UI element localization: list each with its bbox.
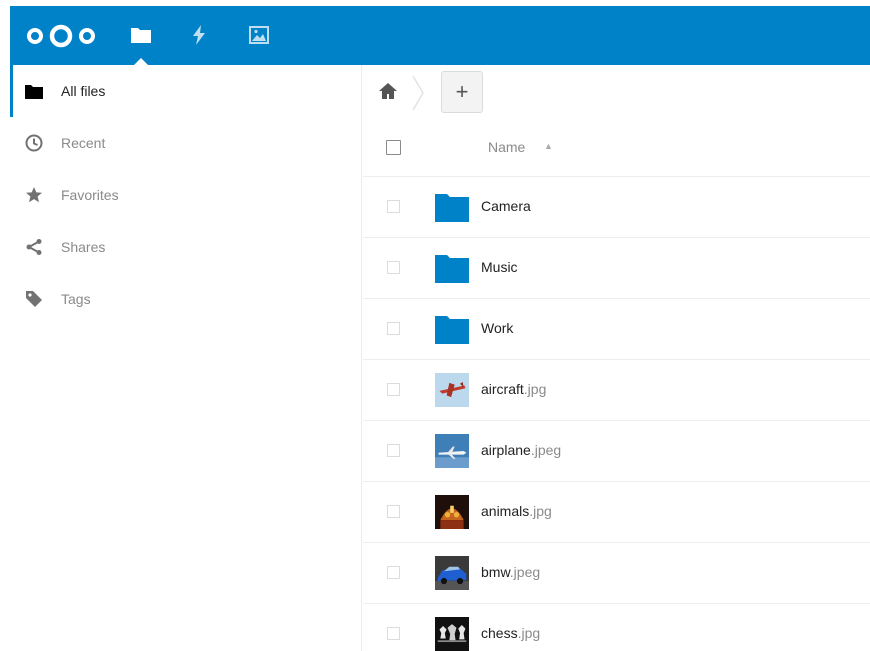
sidebar-item-all-files[interactable]: All files bbox=[10, 65, 362, 117]
row-checkbox[interactable] bbox=[387, 322, 400, 335]
file-name[interactable]: airplane.jpeg bbox=[481, 442, 561, 458]
row-checkbox[interactable] bbox=[387, 505, 400, 518]
activity-app-icon[interactable] bbox=[186, 22, 212, 48]
row-checkbox[interactable] bbox=[387, 261, 400, 274]
file-row[interactable]: Camera bbox=[363, 177, 870, 238]
top-header bbox=[10, 6, 870, 65]
row-checkbox[interactable] bbox=[387, 383, 400, 396]
row-checkbox[interactable] bbox=[387, 566, 400, 579]
files-app-icon[interactable] bbox=[128, 22, 154, 48]
chess-thumbnail bbox=[435, 615, 469, 651]
aircraft-thumbnail bbox=[435, 371, 469, 409]
name-column-header[interactable]: Name bbox=[488, 139, 525, 155]
folder-icon bbox=[24, 81, 44, 101]
sidebar-item-favorites[interactable]: Favorites bbox=[10, 169, 362, 221]
breadcrumb-controls: + bbox=[363, 65, 870, 121]
sidebar-item-label: Favorites bbox=[61, 187, 119, 203]
sidebar-item-shares[interactable]: Shares bbox=[10, 221, 362, 273]
row-checkbox[interactable] bbox=[387, 627, 400, 640]
sidebar-item-label: Tags bbox=[61, 291, 91, 307]
clock-icon bbox=[24, 133, 44, 153]
sidebar-item-label: All files bbox=[61, 83, 106, 99]
row-checkbox[interactable] bbox=[387, 200, 400, 213]
bmw-thumbnail bbox=[435, 554, 469, 592]
files-content: + Name ▲ Camera Music Work aircraft.jpg … bbox=[363, 65, 870, 651]
folder-icon bbox=[435, 310, 469, 348]
file-row[interactable]: aircraft.jpg bbox=[363, 360, 870, 421]
home-icon[interactable] bbox=[378, 82, 400, 102]
sidebar-item-tags[interactable]: Tags bbox=[10, 273, 362, 325]
file-name[interactable]: Music bbox=[481, 259, 518, 275]
file-list: Camera Music Work aircraft.jpg airplane.… bbox=[363, 177, 870, 651]
sort-ascending-icon: ▲ bbox=[544, 141, 553, 151]
sidebar-navigation: All files Recent Favorites Shares Tags bbox=[10, 65, 362, 651]
gallery-app-icon[interactable] bbox=[246, 22, 272, 48]
row-checkbox[interactable] bbox=[387, 444, 400, 457]
nextcloud-logo-icon[interactable] bbox=[24, 24, 98, 48]
tag-icon bbox=[24, 289, 44, 309]
new-file-button[interactable]: + bbox=[441, 71, 483, 113]
star-icon bbox=[24, 185, 44, 205]
file-name[interactable]: Work bbox=[481, 320, 513, 336]
animals-thumbnail bbox=[435, 493, 469, 531]
folder-icon bbox=[435, 188, 469, 226]
file-name[interactable]: aircraft.jpg bbox=[481, 381, 546, 397]
file-row[interactable]: airplane.jpeg bbox=[363, 421, 870, 482]
share-icon bbox=[24, 237, 44, 257]
breadcrumb-separator bbox=[412, 75, 424, 111]
file-name[interactable]: animals.jpg bbox=[481, 503, 552, 519]
file-row[interactable]: chess.jpg bbox=[363, 604, 870, 651]
sidebar-item-recent[interactable]: Recent bbox=[10, 117, 362, 169]
file-name[interactable]: bmw.jpeg bbox=[481, 564, 540, 580]
file-name[interactable]: chess.jpg bbox=[481, 625, 540, 641]
select-all-checkbox[interactable] bbox=[386, 140, 401, 155]
sidebar-item-label: Shares bbox=[61, 239, 106, 255]
file-list-header: Name ▲ bbox=[363, 121, 870, 177]
folder-icon bbox=[435, 249, 469, 287]
file-row[interactable]: Music bbox=[363, 238, 870, 299]
active-app-indicator bbox=[134, 58, 148, 65]
airplane-thumbnail bbox=[435, 432, 469, 470]
file-row[interactable]: Work bbox=[363, 299, 870, 360]
file-row[interactable]: animals.jpg bbox=[363, 482, 870, 543]
sidebar-item-label: Recent bbox=[61, 135, 106, 151]
file-row[interactable]: bmw.jpeg bbox=[363, 543, 870, 604]
file-name[interactable]: Camera bbox=[481, 198, 531, 214]
